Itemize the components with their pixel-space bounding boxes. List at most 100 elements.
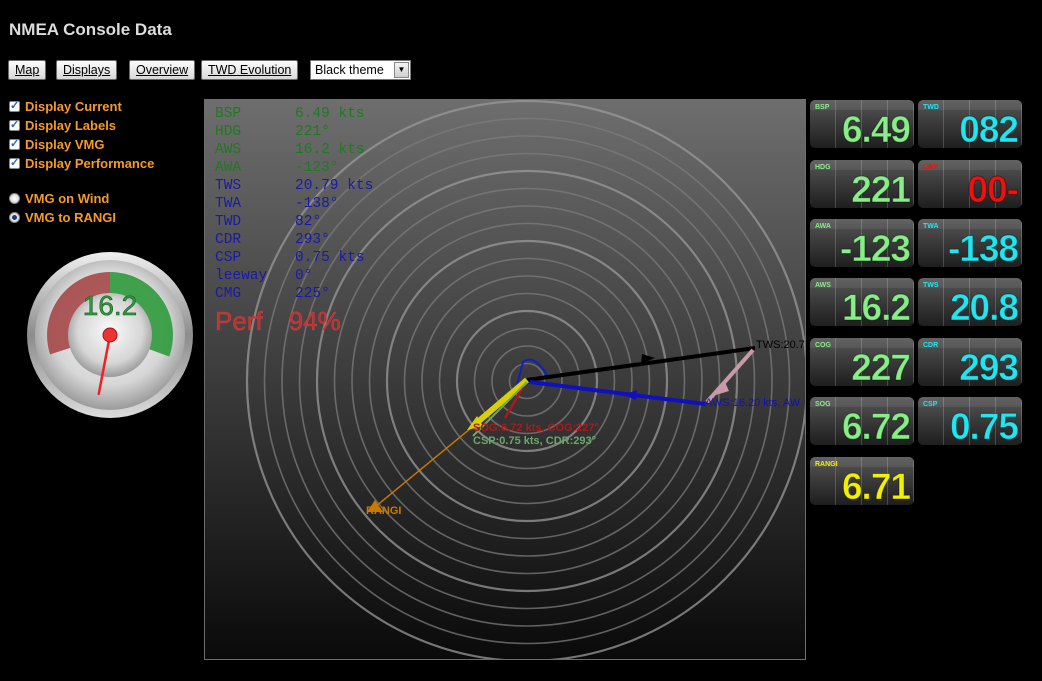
tile-awa[interactable]: AWA -123	[810, 219, 914, 267]
tile-value: 227	[851, 347, 912, 387]
tile-label: CDR	[923, 342, 939, 349]
cog-label: SOG:6.72 kts, COG:227°	[473, 422, 599, 434]
display-performance-checkbox[interactable]: ✓	[9, 158, 20, 169]
tile-value: 6.49	[841, 109, 911, 149]
data-label: AWA	[215, 160, 242, 176]
tile-sog[interactable]: SOG 6.72	[810, 397, 914, 445]
current-arrow	[705, 348, 755, 404]
tile-label: LWY	[923, 164, 939, 171]
theme-select-value: Black theme	[315, 63, 384, 77]
data-label: AWS	[215, 142, 242, 158]
compass-canvas[interactable]: TWS:20.7 AWS:16.20 kts, AW SOG:6.72 kts,…	[204, 99, 806, 660]
data-value: 0.75 kts	[295, 250, 365, 266]
tile-value: 00-	[967, 169, 1020, 209]
speed-gauge: 16.2	[27, 252, 193, 418]
display-vmg-label: Display VMG	[25, 137, 105, 152]
tile-cdr[interactable]: CDR 293	[918, 338, 1022, 386]
tile-tws[interactable]: TWS 20.8	[918, 278, 1022, 326]
tile-label: AWS	[815, 282, 831, 289]
display-current-label: Display Current	[25, 99, 122, 114]
data-value: 221°	[295, 124, 330, 140]
tile-value: 221	[851, 169, 912, 209]
vmg-on-wind-radio[interactable]	[9, 193, 20, 204]
vmg-to-rangi-radio[interactable]	[9, 212, 20, 223]
data-value: 225°	[295, 286, 330, 302]
theme-select[interactable]: Black theme ▼	[310, 60, 411, 80]
display-labels-option[interactable]: ✓ Display Labels	[9, 117, 117, 135]
tile-twd[interactable]: TWD 082	[918, 100, 1022, 148]
tile-twa[interactable]: TWA -138	[918, 219, 1022, 267]
gauge-hub	[102, 327, 118, 343]
performance-readout: Perf 94%	[215, 306, 341, 337]
tile-lwy[interactable]: LWY 00-	[918, 160, 1022, 208]
vmg-to-rangi-option[interactable]: VMG to RANGI	[9, 209, 116, 227]
data-label: CDR	[215, 232, 242, 248]
data-value: 82°	[295, 214, 322, 230]
data-label: leeway	[215, 268, 268, 284]
vmg-arrow	[471, 377, 529, 429]
display-labels-label: Display Labels	[25, 118, 117, 133]
tile-label: RANGI	[815, 461, 838, 468]
tile-label: HDG	[815, 164, 831, 171]
tile-label: TWA	[923, 223, 939, 230]
tile-value: 0.75	[949, 406, 1019, 446]
tile-value: 6.72	[841, 406, 911, 446]
tile-rangi[interactable]: RANGI 6.71	[810, 457, 914, 505]
tile-cog[interactable]: COG 227	[810, 338, 914, 386]
tile-value: -123	[839, 228, 911, 268]
display-vmg-checkbox[interactable]: ✓	[9, 139, 20, 150]
tile-bsp[interactable]: BSP 6.49	[810, 100, 914, 148]
vmg-on-wind-label: VMG on Wind	[25, 191, 110, 206]
rangi-label: RANGI	[366, 505, 401, 517]
tile-value: 6.71	[841, 466, 911, 506]
tile-label: CSP	[923, 401, 938, 408]
vmg-to-rangi-label: VMG to RANGI	[25, 210, 116, 225]
map-button[interactable]: Map	[8, 60, 47, 80]
display-performance-label: Display Performance	[25, 156, 155, 171]
tile-value: 293	[959, 347, 1020, 387]
data-value: -138°	[295, 196, 339, 212]
tile-value: -138	[947, 228, 1019, 268]
tile-aws[interactable]: AWS 16.2	[810, 278, 914, 326]
tile-label: TWS	[923, 282, 939, 289]
displays-button[interactable]: Displays	[56, 60, 118, 80]
data-value: -123°	[295, 160, 339, 176]
data-label: TWS	[215, 178, 242, 194]
gauge-value: 16.2	[83, 290, 138, 321]
twd-evolution-button[interactable]: TWD Evolution	[201, 60, 299, 80]
display-performance-option[interactable]: ✓ Display Performance	[9, 155, 155, 173]
display-labels-checkbox[interactable]: ✓	[9, 120, 20, 131]
tile-label: AWA	[815, 223, 831, 230]
chevron-down-icon[interactable]: ▼	[394, 62, 409, 78]
tile-value: 20.8	[949, 287, 1019, 327]
data-label: HDG	[215, 124, 242, 140]
perf-value: 94%	[288, 306, 341, 336]
tile-hdg[interactable]: HDG 221	[810, 160, 914, 208]
tile-value: 16.2	[841, 287, 911, 327]
display-vmg-option[interactable]: ✓ Display VMG	[9, 136, 105, 154]
data-value: 293°	[295, 232, 330, 248]
vmg-on-wind-option[interactable]: VMG on Wind	[9, 190, 110, 208]
tile-label: TWD	[923, 104, 939, 111]
perf-label: Perf	[215, 306, 263, 336]
page-title: NMEA Console Data	[9, 20, 172, 39]
data-label: BSP	[215, 106, 242, 122]
data-value: 20.79 kts	[295, 178, 374, 194]
csp-label: CSP:0.75 kts, CDR:293°	[473, 435, 596, 447]
tile-label: COG	[815, 342, 831, 349]
overview-button[interactable]: Overview	[129, 60, 196, 80]
data-value: 6.49 kts	[295, 106, 365, 122]
data-label: CMG	[215, 286, 242, 302]
display-current-option[interactable]: ✓ Display Current	[9, 98, 122, 116]
data-label: CSP	[215, 250, 242, 266]
tws-label: TWS:20.7	[756, 339, 805, 351]
tile-csp[interactable]: CSP 0.75	[918, 397, 1022, 445]
data-value: 16.2 kts	[295, 142, 365, 158]
data-label: TWD	[215, 214, 242, 230]
data-label: TWA	[215, 196, 242, 212]
data-value: 0°	[295, 268, 313, 284]
display-current-checkbox[interactable]: ✓	[9, 101, 20, 112]
aws-label: AWS:16.20 kts, AW	[705, 397, 801, 409]
tile-label: BSP	[815, 104, 830, 111]
tile-value: 082	[959, 109, 1020, 149]
